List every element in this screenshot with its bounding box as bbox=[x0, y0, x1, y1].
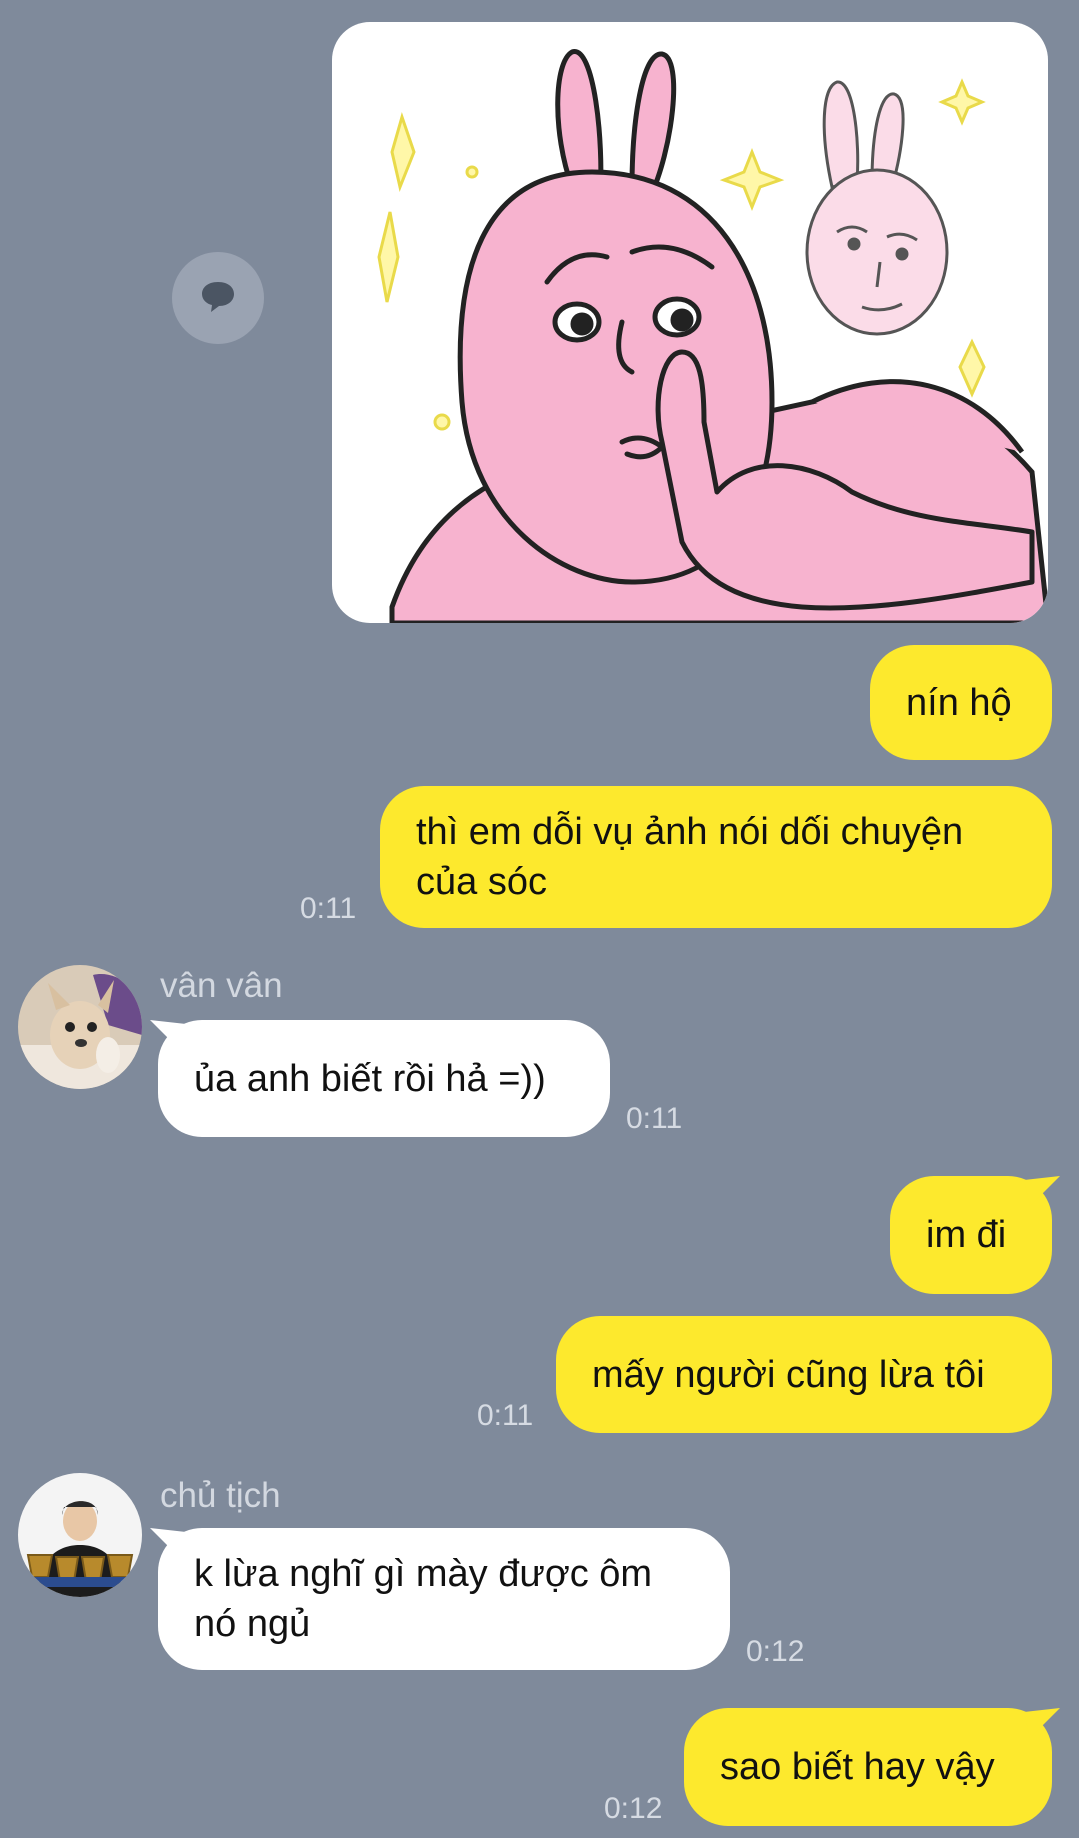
message-text: sao biết hay vậy bbox=[720, 1746, 995, 1788]
message-text: ủa anh biết rồi hả =)) bbox=[194, 1057, 546, 1100]
bubble-tail bbox=[150, 1020, 186, 1050]
chihuahua-avatar bbox=[18, 965, 142, 1089]
bubble-tail bbox=[1024, 1708, 1060, 1738]
message-timestamp: 0:12 bbox=[746, 1635, 805, 1668]
sticker-message[interactable] bbox=[332, 22, 1048, 623]
message-text: nín hộ bbox=[906, 681, 1012, 724]
speech-bubble-icon bbox=[198, 276, 238, 321]
message-bubble-outgoing[interactable]: thì em dỗi vụ ảnh nói dối chuyện của sóc bbox=[380, 786, 1052, 928]
sender-name: vân vân bbox=[160, 966, 283, 1005]
chat-action-button[interactable] bbox=[172, 252, 264, 344]
message-text-line-2: của sóc bbox=[416, 861, 547, 903]
message-text-line-1: thì em dỗi vụ ảnh nói dối chuyện bbox=[416, 811, 964, 853]
pink-rabbit-shush-sticker bbox=[377, 49, 1048, 623]
bubble-tail bbox=[1024, 1176, 1060, 1206]
message-text: mấy người cũng lừa tôi bbox=[592, 1353, 985, 1396]
message-timestamp: 0:11 bbox=[477, 1399, 534, 1432]
chat-thread[interactable]: nín hộ thì em dỗi vụ ảnh nói dối chuyện … bbox=[0, 0, 1079, 1838]
message-bubble-incoming[interactable]: ủa anh biết rồi hả =)) bbox=[158, 1020, 610, 1137]
avatar[interactable] bbox=[18, 965, 142, 1089]
bubble-tail bbox=[150, 1528, 186, 1558]
message-timestamp: 0:12 bbox=[604, 1792, 663, 1825]
message-text-line-1: k lừa nghĩ gì mày được ôm bbox=[194, 1553, 653, 1595]
message-bubble-outgoing[interactable]: nín hộ bbox=[870, 645, 1052, 760]
message-bubble-incoming[interactable]: k lừa nghĩ gì mày được ôm nó ngủ bbox=[158, 1528, 730, 1670]
person-with-trophies-avatar bbox=[18, 1473, 142, 1597]
message-timestamp: 0:11 bbox=[626, 1102, 683, 1135]
message-bubble-outgoing[interactable]: mấy người cũng lừa tôi bbox=[556, 1316, 1052, 1433]
message-text: im đi bbox=[926, 1214, 1007, 1256]
avatar[interactable] bbox=[18, 1473, 142, 1597]
message-bubble-outgoing[interactable]: sao biết hay vậy bbox=[684, 1708, 1052, 1826]
message-text-line-2: nó ngủ bbox=[194, 1603, 311, 1645]
message-timestamp: 0:11 bbox=[300, 892, 357, 925]
sender-name: chủ tịch bbox=[160, 1476, 281, 1515]
